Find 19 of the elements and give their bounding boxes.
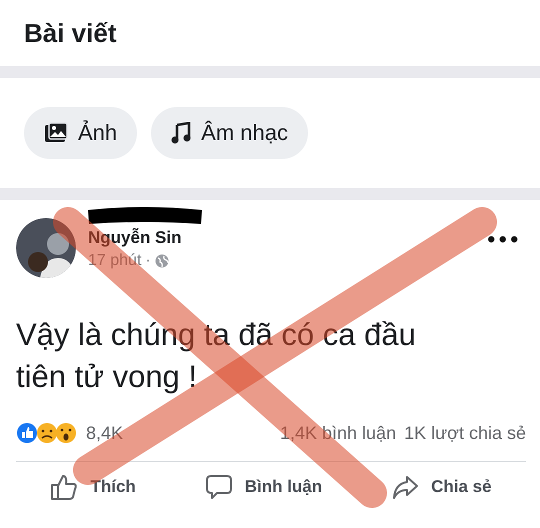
action-button[interactable]: Chia sẻ [385, 472, 498, 502]
reaction-count[interactable]: 8,4K [86, 422, 124, 444]
author-name[interactable]: Nguyễn Sin [88, 228, 468, 248]
share-count[interactable]: 1K lượt chia sẻ [404, 422, 526, 444]
separator-dot: · [145, 252, 151, 270]
action-button[interactable]: Bình luận [198, 472, 328, 502]
filter-chip[interactable]: Âm nhạc [151, 107, 308, 159]
music-note-icon [171, 122, 192, 144]
comment-count[interactable]: 1,4K bình luận [280, 422, 396, 444]
reaction-icons [16, 422, 78, 444]
speech-bubble-icon [204, 473, 233, 501]
more-options-button[interactable]: ••• [479, 230, 526, 251]
filter-chip[interactable]: Ảnh [24, 107, 138, 159]
page-title: Bài viết [24, 18, 116, 48]
thumbs-up-icon [50, 473, 78, 501]
action-button[interactable]: Thích [44, 472, 142, 502]
globe-icon [154, 254, 169, 268]
share-arrow-icon [391, 473, 420, 501]
photo-icon [44, 122, 68, 144]
